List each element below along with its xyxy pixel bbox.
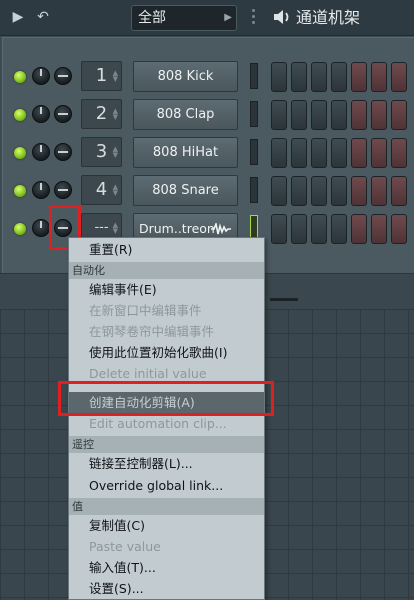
- step-pad[interactable]: [331, 214, 347, 244]
- pan-knob[interactable]: [54, 105, 72, 123]
- mixer-track-number[interactable]: 3 ▲ ▼: [81, 137, 122, 167]
- mixer-track-number[interactable]: 1 ▲ ▼: [81, 61, 122, 91]
- channel-row: 2 ▲ ▼ 808 Clap: [0, 97, 414, 133]
- step-pad[interactable]: [371, 138, 387, 168]
- menu-item-link-to-controller[interactable]: 链接至控制器(L)...: [69, 453, 264, 474]
- step-pad[interactable]: [391, 214, 407, 244]
- chevron-right-icon: ▶: [224, 12, 232, 23]
- channel-mute-led[interactable]: [14, 147, 26, 159]
- step-pad[interactable]: [371, 62, 387, 92]
- step-pad[interactable]: [351, 214, 367, 244]
- menu-item-override-global-link[interactable]: Override global link...: [69, 475, 264, 496]
- step-pad[interactable]: [331, 100, 347, 130]
- channel-name-button[interactable]: 808 Kick: [133, 61, 238, 92]
- mixer-track-value: ---: [94, 220, 109, 235]
- menu-section-value: 值: [69, 498, 264, 515]
- step-pad[interactable]: [271, 214, 287, 244]
- step-pad[interactable]: [391, 62, 407, 92]
- step-pad[interactable]: [391, 138, 407, 168]
- menu-item-edit-automation-clip: Edit automation clip...: [89, 416, 227, 431]
- mixer-track-value: 4: [95, 179, 108, 200]
- window-title: 通道机架: [296, 8, 361, 27]
- menu-item-reset[interactable]: 重置(R): [69, 239, 264, 260]
- channel-filter-value: 全部: [138, 10, 166, 26]
- menu-item-type-in-value[interactable]: 输入值(T)...: [69, 557, 264, 578]
- volume-knob[interactable]: [32, 181, 50, 199]
- step-pad[interactable]: [331, 176, 347, 206]
- scroll-handle[interactable]: [270, 298, 298, 301]
- channel-mute-led[interactable]: [14, 223, 26, 235]
- channel-select-meter[interactable]: [250, 101, 258, 127]
- volume-knob[interactable]: [32, 105, 50, 123]
- step-pad[interactable]: [271, 100, 287, 130]
- pan-knob[interactable]: [54, 181, 72, 199]
- channel-select-meter[interactable]: [250, 63, 258, 89]
- mixer-track-number[interactable]: 4 ▲ ▼: [81, 175, 122, 205]
- channel-select-meter[interactable]: [250, 177, 258, 203]
- mixer-track-value: 2: [95, 103, 108, 124]
- undo-icon[interactable]: ↶: [34, 8, 52, 26]
- step-pad[interactable]: [391, 100, 407, 130]
- channel-filter-select[interactable]: 全部 ▶: [131, 5, 237, 31]
- channel-name-button[interactable]: 808 HiHat: [133, 137, 238, 168]
- volume-knob[interactable]: [32, 219, 50, 237]
- step-pad[interactable]: [291, 62, 307, 92]
- step-pad[interactable]: [311, 214, 327, 244]
- menu-item-settings[interactable]: 设置(S)...: [69, 578, 264, 599]
- waveform-icon: [211, 223, 231, 235]
- step-pad[interactable]: [351, 62, 367, 92]
- play-icon[interactable]: ▶: [9, 8, 27, 26]
- step-pad[interactable]: [351, 138, 367, 168]
- menu-item-paste-value: Paste value: [89, 539, 161, 554]
- step-pad[interactable]: [271, 138, 287, 168]
- menu-item-copy-value[interactable]: 复制值(C): [69, 515, 264, 536]
- menu-item-init-song[interactable]: 使用此位置初始化歌曲(I): [69, 342, 264, 363]
- channel-select-meter[interactable]: [250, 139, 258, 165]
- step-pad[interactable]: [371, 100, 387, 130]
- channel-row: 1 ▲ ▼ 808 Kick: [0, 59, 414, 95]
- step-pad[interactable]: [271, 176, 287, 206]
- channel-name-button[interactable]: 808 Clap: [133, 99, 238, 130]
- step-pad[interactable]: [311, 176, 327, 206]
- step-pad[interactable]: [311, 62, 327, 92]
- speaker-icon[interactable]: [272, 7, 292, 27]
- mixer-track-value: 1: [95, 65, 108, 86]
- step-pad[interactable]: [311, 100, 327, 130]
- menu-item-edit-events-piano-roll: 在钢琴卷帘中编辑事件: [89, 324, 215, 339]
- step-pad[interactable]: [291, 176, 307, 206]
- step-pad[interactable]: [371, 214, 387, 244]
- step-pad[interactable]: [351, 100, 367, 130]
- highlight-create-automation-clip: [58, 381, 274, 416]
- volume-knob[interactable]: [32, 143, 50, 161]
- channel-mute-led[interactable]: [14, 185, 26, 197]
- step-pad[interactable]: [371, 176, 387, 206]
- pan-knob[interactable]: [54, 67, 72, 85]
- context-menu: 重置(R) 自动化 编辑事件(E) 在新窗口中编辑事件 在钢琴卷帘中编辑事件 使…: [68, 237, 265, 600]
- channel-name-button[interactable]: 808 Snare: [133, 175, 238, 206]
- mixer-track-number[interactable]: 2 ▲ ▼: [81, 99, 122, 129]
- mixer-track-value: 3: [95, 141, 108, 162]
- step-pad[interactable]: [291, 100, 307, 130]
- step-pad[interactable]: [271, 62, 287, 92]
- step-pad[interactable]: [331, 62, 347, 92]
- menu-section-automation: 自动化: [69, 262, 264, 279]
- channel-mute-led[interactable]: [14, 71, 26, 83]
- step-pad[interactable]: [351, 176, 367, 206]
- channel-mute-led[interactable]: [14, 109, 26, 121]
- menu-item-edit-events[interactable]: 编辑事件(E): [69, 279, 264, 300]
- volume-knob[interactable]: [32, 67, 50, 85]
- channel-rack-toolbar: ▶ ↶ 全部 ▶ 通道机架: [0, 0, 414, 36]
- step-pad[interactable]: [331, 138, 347, 168]
- drag-grip-icon[interactable]: [252, 9, 256, 27]
- step-pad[interactable]: [291, 214, 307, 244]
- menu-item-edit-events-new-window: 在新窗口中编辑事件: [89, 303, 202, 318]
- step-pad[interactable]: [311, 138, 327, 168]
- channel-name-label: Drum..treon: [139, 221, 215, 236]
- step-pad[interactable]: [391, 176, 407, 206]
- pan-knob[interactable]: [54, 143, 72, 161]
- channel-row: 4 ▲ ▼ 808 Snare: [0, 173, 414, 209]
- step-pad[interactable]: [291, 138, 307, 168]
- menu-section-remote: 遥控: [69, 436, 264, 453]
- channel-row: 3 ▲ ▼ 808 HiHat: [0, 135, 414, 171]
